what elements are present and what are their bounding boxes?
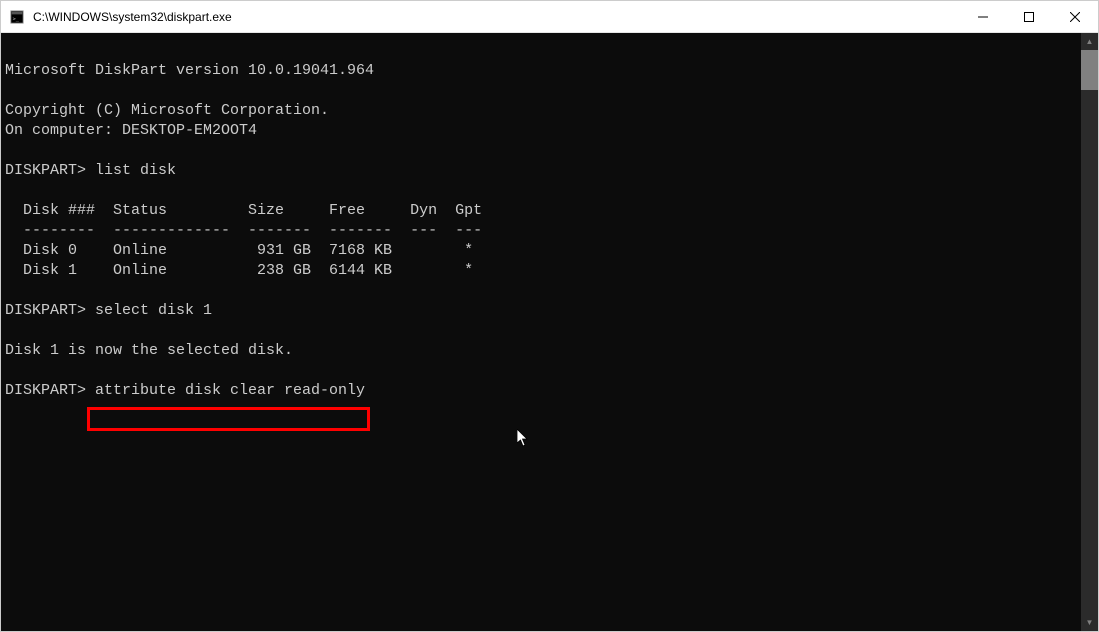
svg-text:>_: >_ [13,16,20,22]
window-controls [960,1,1098,32]
select-result: Disk 1 is now the selected disk. [5,342,293,359]
command-2: select disk 1 [95,302,212,319]
close-button[interactable] [1052,1,1098,32]
console-output[interactable]: Microsoft DiskPart version 10.0.19041.96… [1,33,1081,631]
table-divider: -------- ------------- ------- ------- -… [5,222,482,239]
titlebar[interactable]: >_ C:\WINDOWS\system32\diskpart.exe [1,1,1098,33]
maximize-button[interactable] [1006,1,1052,32]
command-3: attribute disk clear read-only [95,382,365,399]
scroll-thumb[interactable] [1081,50,1098,90]
command-1: list disk [95,162,176,179]
prompt-3: DISKPART> [5,382,95,399]
copyright-line: Copyright (C) Microsoft Corporation. [5,102,329,119]
minimize-button[interactable] [960,1,1006,32]
empty-line [5,42,14,59]
prompt-2: DISKPART> [5,302,95,319]
window-title: C:\WINDOWS\system32\diskpart.exe [33,10,960,24]
console-area: Microsoft DiskPart version 10.0.19041.96… [1,33,1098,631]
app-icon: >_ [9,9,25,25]
scroll-down-button[interactable]: ▼ [1081,614,1098,631]
table-row-1: Disk 1 Online 238 GB 6144 KB * [5,262,473,279]
table-header: Disk ### Status Size Free Dyn Gpt [5,202,482,219]
prompt-1: DISKPART> [5,162,95,179]
table-row-0: Disk 0 Online 931 GB 7168 KB * [5,242,473,259]
version-line: Microsoft DiskPart version 10.0.19041.96… [5,62,374,79]
scrollbar[interactable]: ▲ ▼ [1081,33,1098,631]
computer-line: On computer: DESKTOP-EM2OOT4 [5,122,257,139]
scroll-up-button[interactable]: ▲ [1081,33,1098,50]
app-window: >_ C:\WINDOWS\system32\diskpart.exe Micr… [0,0,1099,632]
